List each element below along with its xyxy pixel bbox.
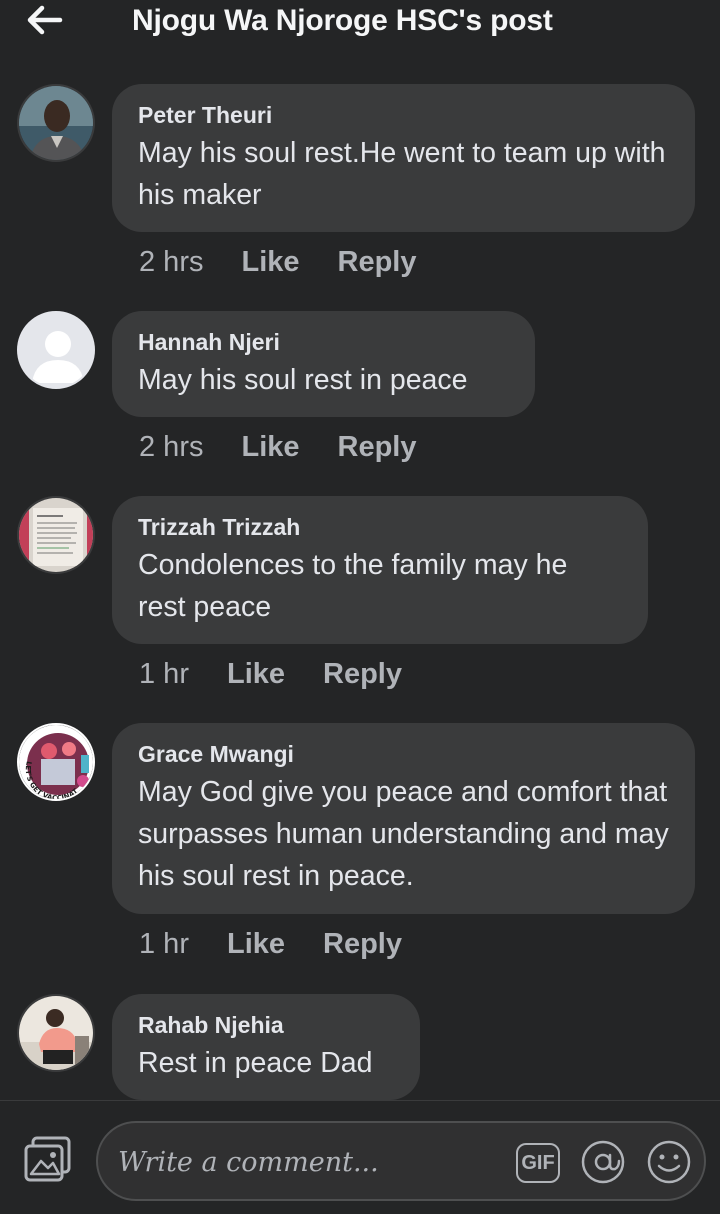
comment-bubble: Peter Theuri May his soul rest.He went t…: [112, 84, 695, 232]
vaccinated-badge-icon: LET'S GET VACCINATED: [19, 725, 80, 801]
comment-text: May his soul rest in peace: [138, 364, 468, 396]
mention-button[interactable]: [580, 1139, 626, 1185]
comment-text: Rest in peace Dad: [138, 1047, 373, 1079]
comment-text: May God give you peace and comfort that …: [138, 776, 669, 892]
comment-author[interactable]: Trizzah Trizzah: [138, 512, 622, 542]
comment-time: 1 hr: [139, 658, 189, 690]
comment-text: May his soul rest.He went to team up wit…: [138, 137, 666, 211]
like-button[interactable]: Like: [227, 658, 285, 691]
emoji-button[interactable]: [646, 1139, 692, 1185]
top-bar: Njogu Wa Njoroge HSC's post: [0, 0, 720, 50]
comment-actions: 2 hrs Like Reply: [139, 246, 417, 279]
emoji-icon: [647, 1140, 691, 1184]
comment-bubble: Rahab Njehia Rest in peace Dad: [112, 994, 420, 1100]
photo-icon: [24, 1136, 71, 1182]
avatar[interactable]: [17, 311, 95, 389]
reply-button[interactable]: Reply: [338, 431, 417, 464]
avatar[interactable]: LET'S GET VACCINATED: [17, 723, 95, 801]
svg-text:LET'S GET VACCINATED: LET'S GET VACCINATED: [19, 725, 80, 801]
comment-text: Condolences to the family may he rest pe…: [138, 549, 568, 623]
post-comments-screen: Njogu Wa Njoroge HSC's post Peter Theuri…: [0, 0, 720, 1214]
like-button[interactable]: Like: [227, 928, 285, 961]
like-button[interactable]: Like: [241, 246, 299, 279]
comment-input[interactable]: [118, 1143, 498, 1181]
comment-bubble: Hannah Njeri May his soul rest in peace: [112, 311, 535, 417]
gif-button[interactable]: GIF: [516, 1143, 560, 1183]
avatar[interactable]: [17, 496, 95, 574]
back-button[interactable]: [24, 2, 74, 38]
reply-button[interactable]: Reply: [338, 246, 417, 279]
comment-actions: 1 hr Like Reply: [139, 928, 402, 961]
page-title: Njogu Wa Njoroge HSC's post: [132, 4, 553, 37]
mention-icon: [581, 1140, 625, 1184]
comment-time: 1 hr: [139, 928, 189, 960]
comment-composer: GIF: [0, 1100, 720, 1214]
comment-actions: 2 hrs Like Reply: [139, 431, 417, 464]
comment-author[interactable]: Hannah Njeri: [138, 327, 509, 357]
comment-time: 2 hrs: [139, 246, 204, 278]
comment-box[interactable]: GIF: [96, 1121, 706, 1201]
comment-time: 2 hrs: [139, 431, 204, 463]
comment-author[interactable]: Peter Theuri: [138, 100, 669, 130]
comment-author[interactable]: Rahab Njehia: [138, 1010, 394, 1040]
reply-button[interactable]: Reply: [323, 658, 402, 691]
like-button[interactable]: Like: [241, 431, 299, 464]
default-profile-icon: [19, 313, 93, 387]
reply-button[interactable]: Reply: [323, 928, 402, 961]
comment-actions: 1 hr Like Reply: [139, 658, 402, 691]
avatar[interactable]: [17, 84, 95, 162]
comment-bubble: Trizzah Trizzah Condolences to the famil…: [112, 496, 648, 644]
avatar[interactable]: [17, 994, 95, 1072]
back-arrow-icon: [27, 5, 63, 35]
photo-button[interactable]: [22, 1135, 74, 1185]
comment-bubble: Grace Mwangi May God give you peace and …: [112, 723, 695, 914]
comment-author[interactable]: Grace Mwangi: [138, 739, 669, 769]
